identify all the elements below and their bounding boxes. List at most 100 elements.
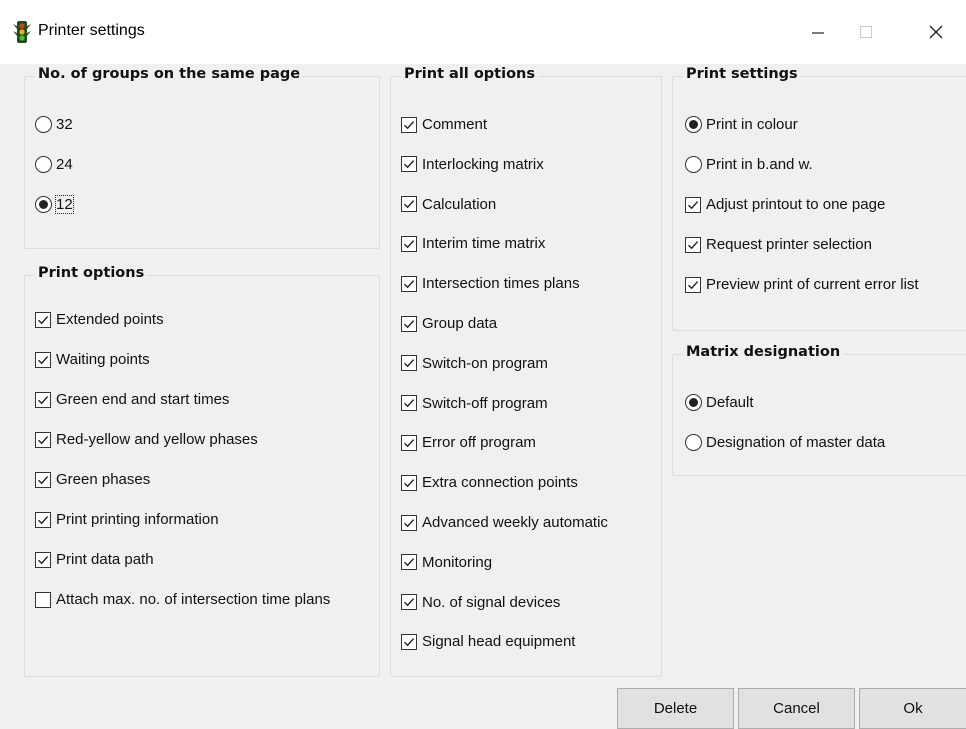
checkbox-row[interactable]: Switch-on program: [401, 355, 548, 372]
radio-button[interactable]: [35, 156, 52, 173]
radio-label: Print in b.and w.: [706, 156, 813, 173]
radio-button[interactable]: [685, 156, 702, 173]
print-all-options-group: Print all options Comment Interlocking ma…: [390, 66, 662, 677]
checkbox[interactable]: [401, 355, 417, 372]
checkbox[interactable]: [401, 514, 417, 531]
checkbox-row[interactable]: Interim time matrix: [401, 235, 545, 252]
dialog-content: No. of groups on the same page 32 24 12 …: [0, 64, 966, 729]
checkbox[interactable]: [401, 554, 417, 571]
checkbox-row[interactable]: No. of signal devices: [401, 594, 560, 611]
checkbox[interactable]: [35, 351, 51, 368]
check-icon: [38, 355, 49, 364]
radio-label: Default: [706, 394, 754, 411]
checkbox-label: Waiting points: [56, 351, 150, 368]
checkbox[interactable]: [401, 633, 417, 650]
checkbox-row[interactable]: Calculation: [401, 196, 496, 213]
print-settings-group: Print settings Print in colour Print in …: [672, 66, 966, 331]
checkbox-row[interactable]: Switch-off program: [401, 395, 548, 412]
window-title: Printer settings: [38, 22, 145, 39]
groups-per-page-legend: No. of groups on the same page: [35, 66, 304, 82]
checkbox-label: Error off program: [422, 434, 536, 452]
checkbox-label: Extra connection points: [422, 474, 578, 492]
checkbox[interactable]: [685, 276, 701, 293]
radio-groups-12[interactable]: 12: [35, 195, 74, 214]
title-bar[interactable]: Printer settings: [0, 0, 966, 65]
checkbox-row[interactable]: Comment: [401, 116, 487, 133]
checkbox-row[interactable]: Group data: [401, 315, 497, 332]
checkbox-request-printer[interactable]: Request printer selection: [685, 236, 872, 253]
radio-button[interactable]: [35, 196, 52, 213]
checkbox-label: Calculation: [422, 195, 497, 213]
checkbox-row[interactable]: Green end and start times: [35, 391, 229, 408]
checkbox-row[interactable]: Signal head equipment: [401, 633, 575, 650]
checkbox-preview-error-list[interactable]: Preview print of current error list: [685, 276, 919, 293]
print-options-legend: Print options: [35, 265, 148, 281]
checkbox[interactable]: [401, 395, 417, 412]
checkbox[interactable]: [35, 551, 51, 568]
maximize-button[interactable]: [836, 0, 896, 64]
checkbox-row[interactable]: Advanced weekly automatic: [401, 514, 608, 531]
checkbox-row[interactable]: Intersection times plans: [401, 275, 580, 292]
checkbox-row[interactable]: Extended points: [35, 311, 164, 328]
checkbox-row[interactable]: Green phases: [35, 471, 150, 488]
radio-print-bw[interactable]: Print in b.and w.: [685, 156, 813, 173]
radio-button[interactable]: [685, 394, 702, 411]
checkbox[interactable]: [35, 311, 51, 328]
close-button[interactable]: [906, 0, 966, 64]
checkbox-adjust-one-page[interactable]: Adjust printout to one page: [685, 196, 885, 213]
checkbox[interactable]: [401, 235, 417, 252]
checkbox-row[interactable]: Error off program: [401, 434, 536, 451]
checkbox-row[interactable]: Interlocking matrix: [401, 156, 544, 173]
checkbox[interactable]: [685, 196, 701, 213]
checkbox-label: Switch-on program: [422, 354, 548, 372]
delete-button[interactable]: Delete: [617, 688, 734, 729]
checkbox-label: Print data path: [56, 551, 154, 568]
radio-button[interactable]: [35, 116, 52, 133]
checkbox-row[interactable]: Print printing information: [35, 511, 219, 528]
checkbox[interactable]: [35, 431, 51, 448]
radio-button[interactable]: [685, 116, 702, 133]
ok-button[interactable]: Ok: [859, 688, 966, 729]
checkbox-row[interactable]: Monitoring: [401, 554, 492, 571]
check-icon: [404, 638, 415, 647]
radio-groups-24[interactable]: 24: [35, 156, 73, 173]
checkbox[interactable]: [401, 434, 417, 451]
radio-label: 24: [56, 156, 73, 173]
radio-master-data[interactable]: Designation of master data: [685, 434, 885, 451]
checkbox[interactable]: [401, 156, 417, 173]
cancel-button[interactable]: Cancel: [738, 688, 855, 729]
checkbox[interactable]: [35, 391, 51, 408]
checkbox[interactable]: [401, 315, 417, 332]
checkbox[interactable]: [401, 275, 417, 292]
checkbox-label: Signal head equipment: [422, 633, 576, 651]
checkbox-label: Comment: [422, 116, 488, 133]
checkbox-row[interactable]: Red-yellow and yellow phases: [35, 431, 258, 448]
checkbox[interactable]: [685, 236, 701, 253]
checkbox-row[interactable]: Print data path: [35, 551, 154, 568]
checkbox[interactable]: [35, 591, 51, 608]
matrix-designation-group: Matrix designation Default Designation o…: [672, 344, 966, 476]
radio-selected-dot: [689, 120, 698, 129]
checkbox[interactable]: [35, 511, 51, 528]
checkbox[interactable]: [401, 116, 417, 133]
checkbox-label: Attach max. no. of intersection time pla…: [56, 591, 331, 608]
radio-button[interactable]: [685, 434, 702, 451]
radio-print-in-colour[interactable]: Print in colour: [685, 116, 798, 133]
checkbox[interactable]: [35, 471, 51, 488]
checkbox-row[interactable]: Extra connection points: [401, 474, 578, 491]
checkbox[interactable]: [401, 474, 417, 491]
print-all-options-legend: Print all options: [401, 66, 538, 82]
checkbox-label: Adjust printout to one page: [706, 196, 886, 213]
minimize-icon: [812, 32, 824, 34]
checkbox-row[interactable]: Waiting points: [35, 351, 150, 368]
checkbox-row[interactable]: Attach max. no. of intersection time pla…: [35, 591, 330, 608]
matrix-designation-legend: Matrix designation: [683, 344, 844, 360]
check-icon: [404, 598, 415, 607]
radio-default[interactable]: Default: [685, 394, 754, 411]
checkbox[interactable]: [401, 196, 417, 213]
check-icon: [404, 240, 415, 249]
check-icon: [404, 558, 415, 567]
radio-groups-32[interactable]: 32: [35, 116, 73, 133]
radio-selected-dot: [39, 200, 48, 209]
checkbox[interactable]: [401, 594, 417, 611]
